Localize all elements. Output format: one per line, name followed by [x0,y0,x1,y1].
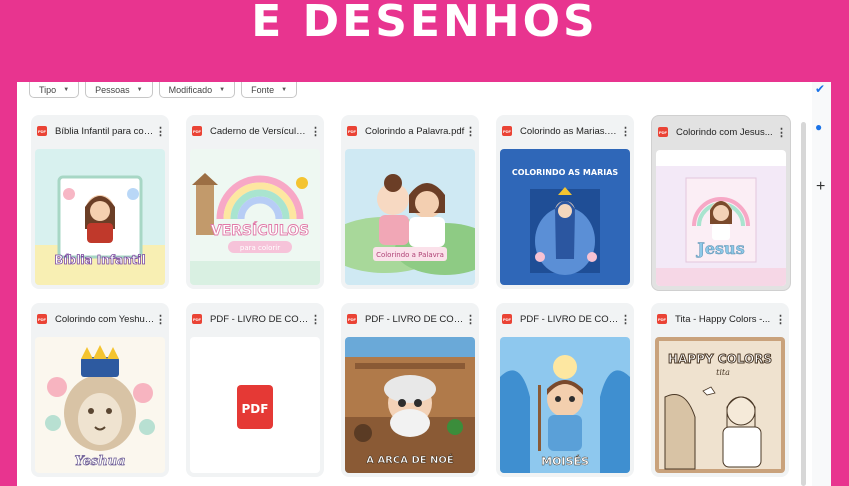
file-thumbnail: Jesus [656,150,786,286]
pdf-placeholder-label: PDF [242,402,269,416]
filter-modified[interactable]: Modificado ▼ [158,82,236,98]
file-name: Tita - Happy Colors -... [675,313,771,325]
file-card[interactable]: PDF Colorindo a Palavra.pdf ⋮ Colorindo … [341,115,479,289]
more-vert-icon[interactable]: ⋮ [775,313,786,326]
file-name: PDF - LIVRO DE COLORI... [210,313,310,325]
more-vert-icon[interactable]: ⋮ [465,313,476,326]
filter-type-label: Tipo [39,84,57,95]
pdf-file-icon: PDF [502,126,512,136]
file-name: Colorindo a Palavra.pdf [365,125,465,137]
plus-icon[interactable]: + [816,178,825,196]
thumb-title: HAPPY COLORS [668,352,772,366]
thumb-title: VERSÍCULOS [211,222,310,239]
file-thumbnail: Yeshua [35,337,165,473]
side-panel-rail: ✔ ● + [812,82,831,486]
thumb-title: Bíblia Infantil [54,253,145,267]
filter-source-label: Fonte [251,84,275,95]
pdf-file-icon: PDF [192,314,202,324]
file-thumbnail: MOISÉS [500,337,630,473]
thumb-title: MOISÉS [541,455,589,468]
file-card[interactable]: PDF Colorindo com Jesus... ⋮ Jesus [651,115,791,291]
file-name: Colorindo com Yeshua.pdf [55,313,155,325]
more-vert-icon[interactable]: ⋮ [310,125,321,138]
filter-type[interactable]: Tipo ▼ [29,82,80,98]
file-name: PDF - LIVRO DE COLORI... [365,313,465,325]
pdf-file-icon: PDF [347,126,357,136]
file-thumbnail: COLORINDO AS MARIAS [500,149,630,285]
file-name: Colorindo com Jesus... [676,126,773,138]
scrollbar[interactable] [801,122,806,486]
file-card[interactable]: PDF Colorindo com Yeshua.pdf ⋮ Yeshua [31,303,169,477]
file-thumbnail: Bíblia Infantil [35,149,165,285]
caret-down-icon: ▼ [63,86,70,93]
more-vert-icon[interactable]: ⋮ [620,125,631,138]
file-name: Bíblia Infantil para colori... [55,125,155,137]
filter-bar: Tipo ▼ Pessoas ▼ Modificado ▼ Fonte ▼ [29,82,298,98]
pdf-file-icon: PDF [192,126,202,136]
pdf-file-icon: PDF [658,127,668,137]
pdf-file-icon: PDF [37,126,47,136]
file-card[interactable]: PDF Tita - Happy Colors -... ⋮ HAPPY COL… [651,303,789,477]
filter-modified-label: Modificado [168,84,213,95]
thumb-title: Yeshua [74,454,125,469]
caret-down-icon: ▼ [219,86,226,93]
thumb-subtitle: tita [716,368,730,377]
pdf-file-icon: PDF [502,314,512,324]
caret-down-icon: ▼ [136,86,143,93]
more-vert-icon[interactable]: ⋮ [310,313,321,326]
file-name: Caderno de Versículos... [210,125,310,137]
file-thumbnail: HAPPY COLORS tita [655,337,785,473]
thumb-title: Jesus [695,239,744,258]
more-vert-icon[interactable]: ⋮ [620,313,631,326]
file-card[interactable]: PDF Colorindo as Marias.pdf ⋮ COLORINDO … [496,115,634,289]
filter-people[interactable]: Pessoas ▼ [85,82,153,98]
pdf-file-icon: PDF [37,314,47,324]
filter-source[interactable]: Fonte ▼ [241,82,298,98]
file-card[interactable]: PDF PDF - LIVRO DE COLORI... ⋮ [341,303,479,477]
drive-screenshot: Tipo ▼ Pessoas ▼ Modificado ▼ Fonte ▼ PDF Bí… [17,82,831,486]
more-vert-icon[interactable]: ⋮ [776,126,787,139]
tasks-check-icon[interactable]: ✔ [815,82,825,96]
more-vert-icon[interactable]: ⋮ [465,125,476,138]
contacts-person-icon[interactable]: ● [815,120,822,134]
thumb-title: Colorindo a Palavra [376,251,444,259]
file-thumbnail: VERSÍCULOS para colorir [190,149,320,285]
file-card[interactable]: PDF Bíblia Infantil para colori... ⋮ Bíb… [31,115,169,289]
caret-down-icon: ▼ [281,86,288,93]
file-card[interactable]: PDF PDF - LIVRO DE COLORI... ⋮ PDF [186,303,324,477]
file-name: Colorindo as Marias.pdf [520,125,620,137]
file-thumbnail: A ARCA DE NOÉ [345,337,475,473]
file-thumbnail: Colorindo a Palavra [345,149,475,285]
thumb-title: COLORINDO AS MARIAS [512,168,619,177]
thumb-subtitle: para colorir [240,244,280,252]
banner-title: E DESENHOS [251,0,598,47]
file-card[interactable]: PDF PDF - LIVRO DE COLORI... ⋮ MOISÉS [496,303,634,477]
file-card[interactable]: PDF Caderno de Versículos... ⋮ VERSÍCULO… [186,115,324,289]
more-vert-icon[interactable]: ⋮ [155,313,166,326]
file-thumbnail: PDF [190,337,320,473]
filter-people-label: Pessoas [95,84,130,95]
file-name: PDF - LIVRO DE COLORI... [520,313,620,325]
thumb-title: A ARCA DE NOÉ [366,453,454,466]
pdf-file-icon: PDF [657,314,667,324]
more-vert-icon[interactable]: ⋮ [155,125,166,138]
pdf-file-icon: PDF [347,314,357,324]
